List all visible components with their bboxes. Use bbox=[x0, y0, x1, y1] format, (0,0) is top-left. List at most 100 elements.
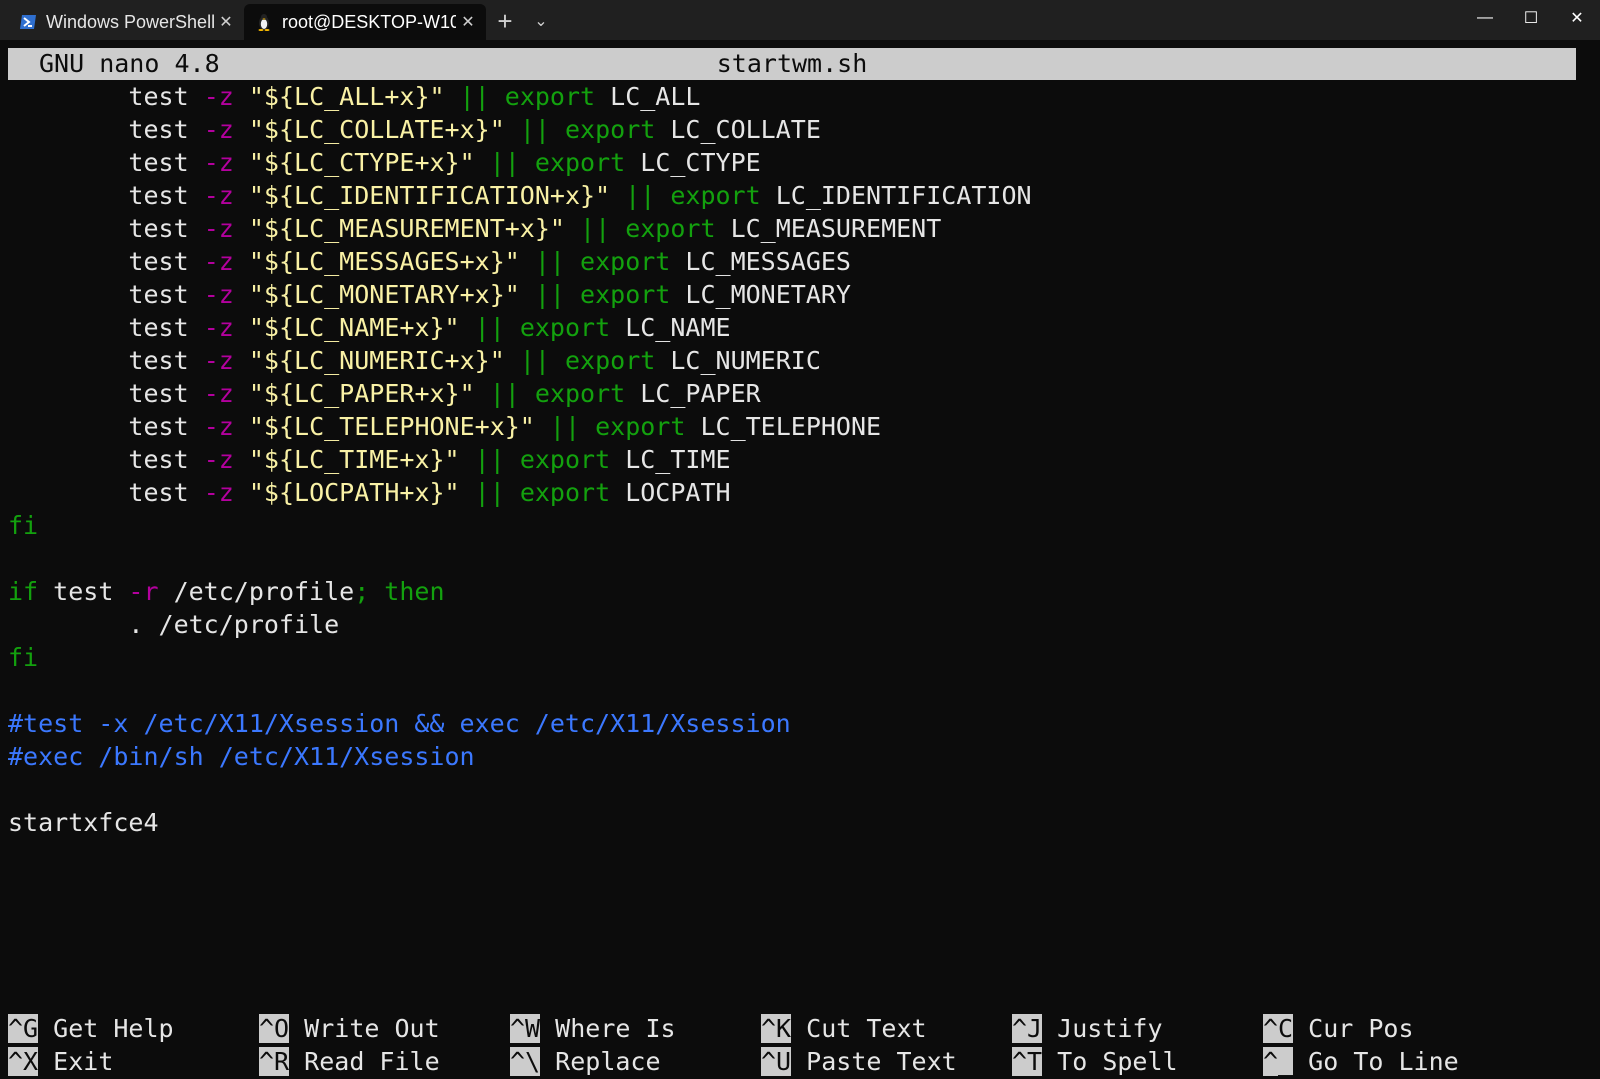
string: "${LC_CTYPE+x}" bbox=[248, 148, 475, 177]
keyword: export bbox=[534, 379, 626, 408]
tab-label: root@DESKTOP-W10 bbox=[282, 11, 456, 32]
close-window-button[interactable]: ✕ bbox=[1554, 0, 1600, 36]
keyword: export bbox=[580, 247, 671, 276]
shortcut-item[interactable]: ^\ Replace bbox=[510, 1045, 661, 1078]
string: "${LC_TELEPHONE+x}" bbox=[248, 412, 535, 441]
code-line: test -z "${LC_TIME+x}" || export LC_TIME bbox=[8, 443, 1576, 476]
shortcut-item[interactable]: ^O Write Out bbox=[259, 1012, 440, 1045]
string: "${LC_TIME+x}" bbox=[248, 445, 460, 474]
maximize-button[interactable]: ☐ bbox=[1508, 0, 1554, 36]
tab-root-desktop[interactable]: root@DESKTOP-W10 ✕ bbox=[244, 4, 486, 40]
code-line: test -z "${LC_COLLATE+x}" || export LC_C… bbox=[8, 113, 1576, 146]
shortcut-label: To Spell bbox=[1057, 1047, 1178, 1076]
variable: LC_MESSAGES bbox=[685, 247, 851, 276]
shortcut-item[interactable]: ^R Read File bbox=[259, 1045, 440, 1078]
variable: LC_MONETARY bbox=[685, 280, 851, 309]
shortcut-item[interactable]: ^U Paste Text bbox=[761, 1045, 957, 1078]
variable: LOCPATH bbox=[625, 478, 731, 507]
operator: || bbox=[489, 148, 520, 177]
command: test bbox=[128, 181, 189, 210]
string: "${LC_MEASUREMENT+x}" bbox=[248, 214, 565, 243]
option: -z bbox=[203, 115, 234, 144]
operator: || bbox=[534, 247, 565, 276]
close-tab-icon[interactable]: ✕ bbox=[214, 12, 238, 32]
shortcut-item[interactable]: ^T To Spell bbox=[1012, 1045, 1178, 1078]
shortcut-key: ^R bbox=[259, 1047, 290, 1076]
chevron-down-icon[interactable]: ⌄ bbox=[526, 6, 556, 36]
close-tab-icon[interactable]: ✕ bbox=[456, 12, 480, 32]
comment: #test -x /etc/X11/Xsession && exec /etc/… bbox=[8, 709, 791, 738]
shortcut-item[interactable]: ^K Cut Text bbox=[761, 1012, 927, 1045]
path: /etc/profile bbox=[158, 577, 355, 606]
option: -z bbox=[203, 247, 234, 276]
shortcut-key: ^G bbox=[8, 1014, 39, 1043]
shortcut-item[interactable]: ^W Where Is bbox=[510, 1012, 676, 1045]
shortcut-label: Exit bbox=[53, 1047, 114, 1076]
operator: || bbox=[580, 214, 611, 243]
code-line: test -z "${LC_PAPER+x}" || export LC_PAP… bbox=[8, 377, 1576, 410]
variable: LC_CTYPE bbox=[640, 148, 761, 177]
shortcut-item[interactable]: ^G Get Help bbox=[8, 1012, 174, 1045]
variable: LC_ALL bbox=[610, 82, 701, 111]
tab-windows-powershell[interactable]: Windows PowerShell ✕ bbox=[8, 4, 244, 40]
keyword: export bbox=[564, 115, 656, 144]
file-name: startwm.sh bbox=[716, 49, 868, 78]
shortcut-bar: ^G Get Help ^X Exit ^O Write Out ^R Read Fi… bbox=[8, 1012, 1576, 1078]
code-line: . /etc/profile bbox=[8, 608, 1576, 641]
variable: LC_MEASUREMENT bbox=[730, 214, 942, 243]
string: "${LC_PAPER+x}" bbox=[248, 379, 475, 408]
editor-buffer[interactable]: test -z "${LC_ALL+x}" || export LC_ALL t… bbox=[8, 80, 1576, 980]
code-line: fi bbox=[8, 509, 1576, 542]
shortcut-item[interactable]: ^J Justify bbox=[1012, 1012, 1163, 1045]
new-tab-button[interactable]: + bbox=[490, 6, 520, 36]
shortcut-item[interactable]: ^C Cur Pos bbox=[1263, 1012, 1414, 1045]
minimize-button[interactable]: — bbox=[1462, 0, 1508, 36]
shortcut-label: Replace bbox=[555, 1047, 661, 1076]
variable: LC_COLLATE bbox=[670, 115, 821, 144]
shortcut-item[interactable]: ^_ Go To Line bbox=[1263, 1045, 1459, 1078]
variable: LC_TIME bbox=[625, 445, 731, 474]
shortcut-item[interactable]: ^X Exit bbox=[8, 1045, 113, 1078]
comment-line: #exec /bin/sh /etc/X11/Xsession bbox=[8, 740, 1576, 773]
keyword: export bbox=[625, 214, 716, 243]
keyword: export bbox=[595, 412, 686, 441]
linux-penguin-icon bbox=[254, 12, 274, 32]
